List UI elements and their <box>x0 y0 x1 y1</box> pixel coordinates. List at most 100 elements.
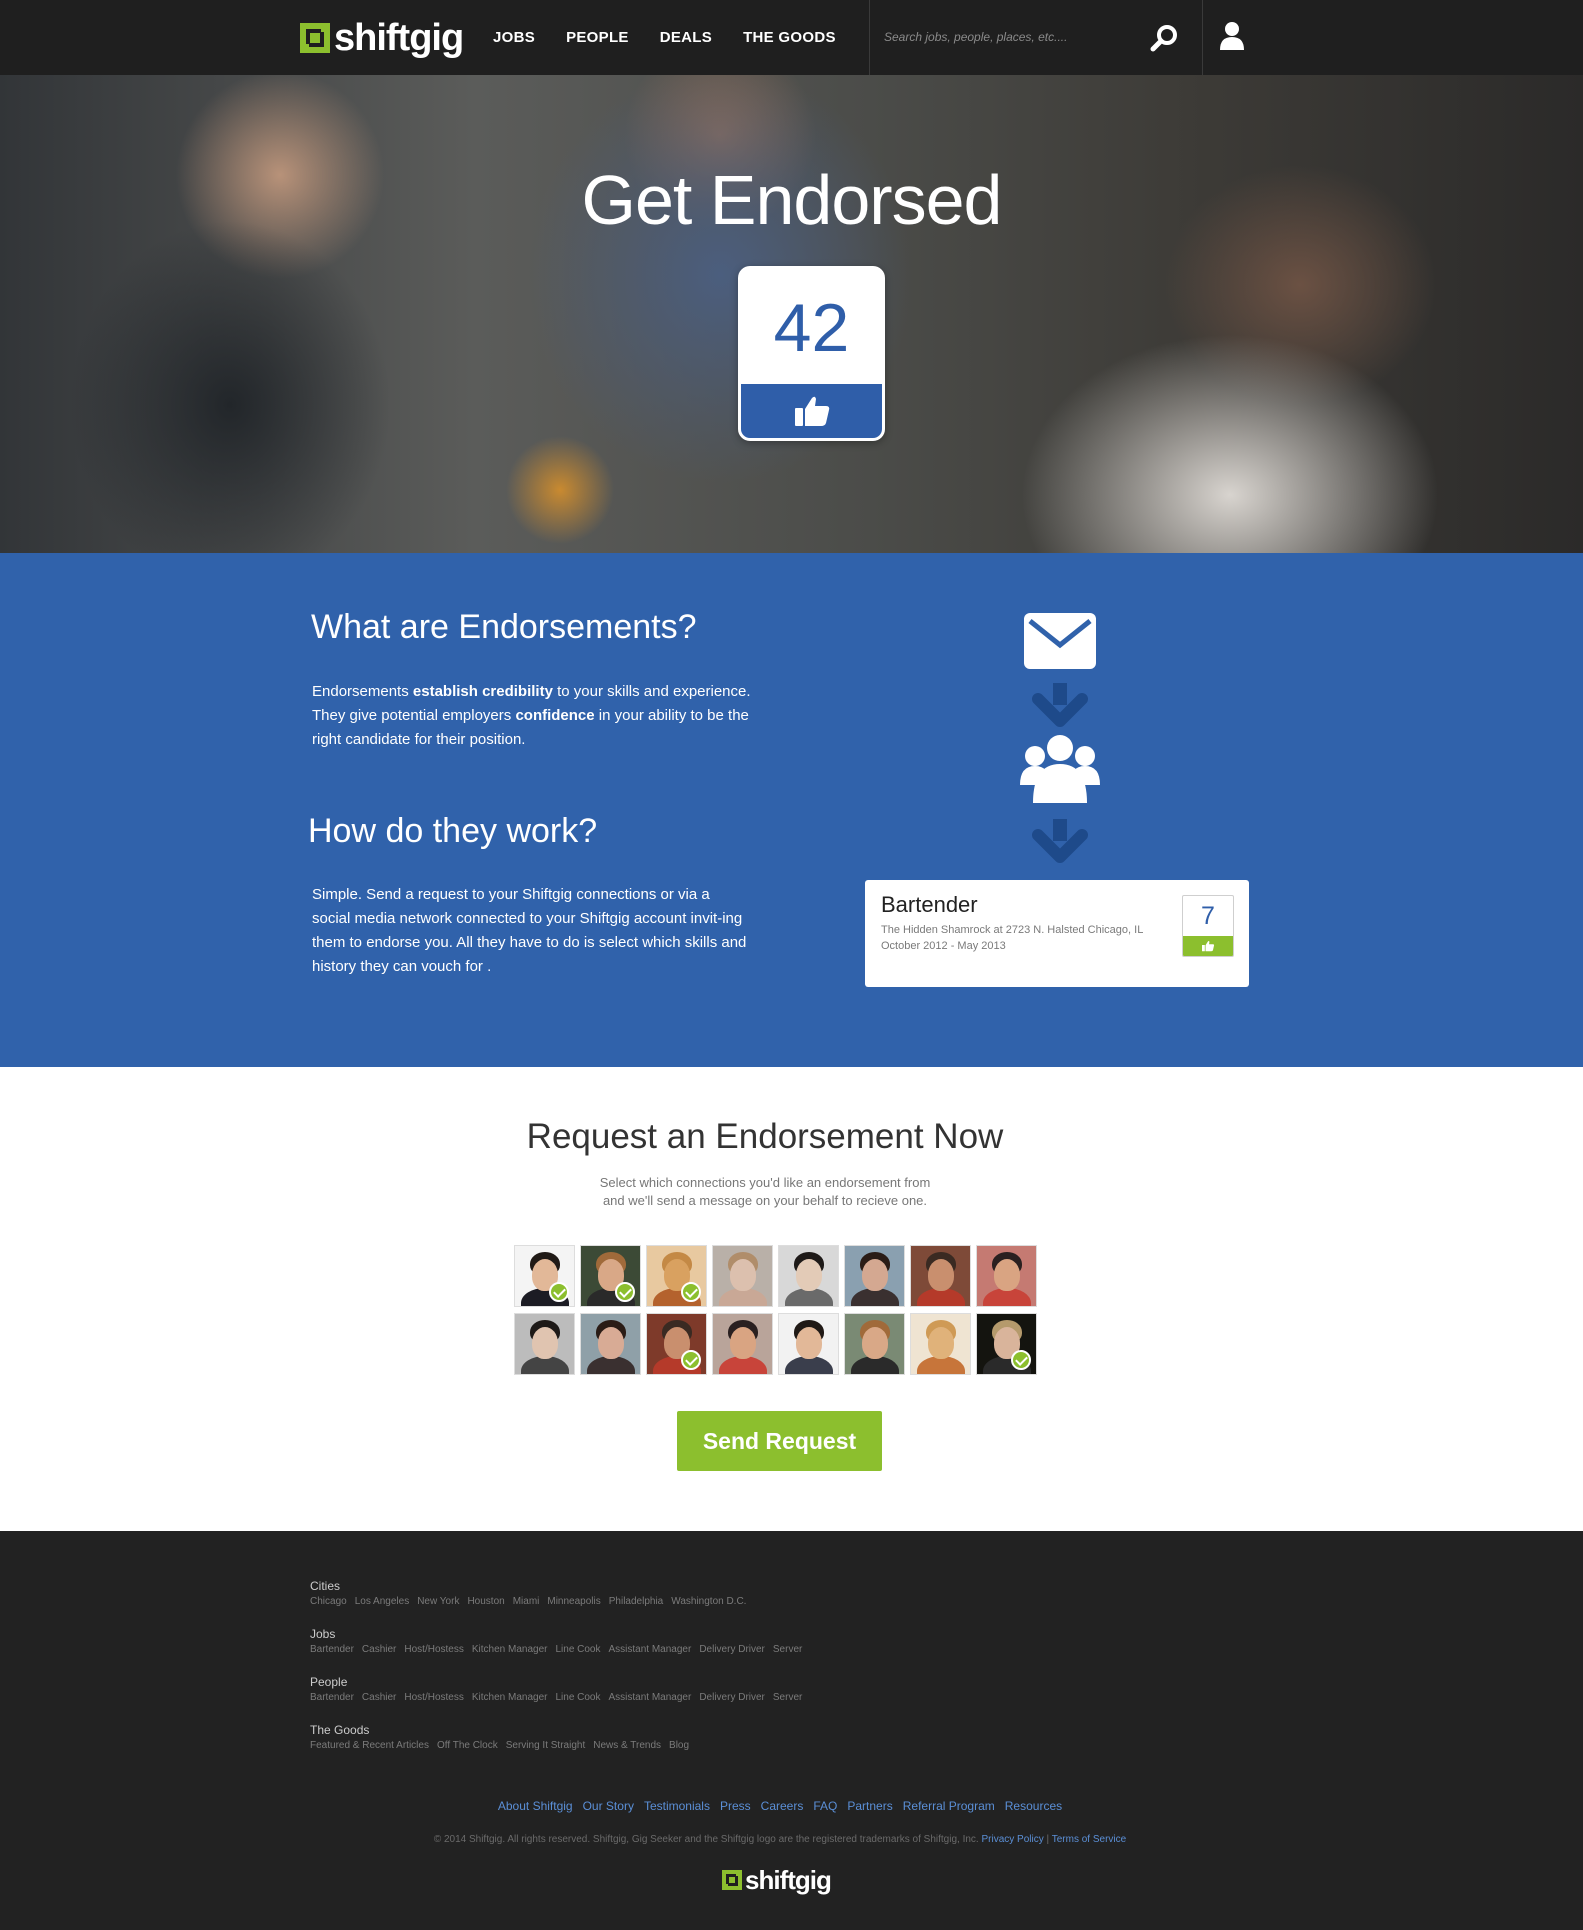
avatar-face <box>795 1327 822 1359</box>
connection-avatar[interactable] <box>910 1313 971 1375</box>
footer-link[interactable]: Line Cook <box>555 1692 600 1703</box>
what-are-endorsements-heading: What are Endorsements? <box>311 608 697 646</box>
job-endorsement-badge: 7 <box>1182 895 1234 957</box>
footer-link[interactable]: Delivery Driver <box>699 1692 765 1703</box>
badge-footer <box>741 384 882 438</box>
footer-link-resources[interactable]: Resources <box>1005 1799 1062 1813</box>
connection-avatar[interactable] <box>844 1313 905 1375</box>
connection-avatar[interactable] <box>844 1245 905 1307</box>
job-history-card: Bartender The Hidden Shamrock at 2723 N.… <box>865 880 1249 987</box>
connection-avatar[interactable] <box>778 1313 839 1375</box>
site-footer: Cities Chicago Los Angeles New York Hous… <box>0 1531 1583 1930</box>
footer-link[interactable]: Server <box>773 1644 802 1655</box>
footer-link[interactable]: Kitchen Manager <box>472 1644 548 1655</box>
footer-bottom-links: About Shiftgig Our Story Testimonials Pr… <box>0 1799 1560 1813</box>
footer-link[interactable]: Philadelphia <box>609 1596 664 1607</box>
footer-link[interactable]: Los Angeles <box>355 1596 410 1607</box>
job-dates: October 2012 - May 2013 <box>881 940 1006 952</box>
footer-group-jobs: Jobs Bartender Cashier Host/Hostess Kitc… <box>310 1627 802 1655</box>
avatar-face <box>927 1327 954 1359</box>
terms-of-service-link[interactable]: Terms of Service <box>1052 1834 1126 1845</box>
footer-link-careers[interactable]: Careers <box>761 1799 804 1813</box>
nav-the-goods[interactable]: THE GOODS <box>743 29 836 46</box>
connection-avatar[interactable] <box>646 1313 707 1375</box>
avatar-face <box>729 1259 756 1291</box>
connection-avatar[interactable] <box>976 1313 1037 1375</box>
footer-link[interactable]: Minneapolis <box>547 1596 600 1607</box>
job-endorsement-count: 7 <box>1201 902 1215 930</box>
shiftgig-logo[interactable]: shiftgig <box>300 18 464 58</box>
footer-link[interactable]: Server <box>773 1692 802 1703</box>
footer-link[interactable]: Washington D.C. <box>671 1596 746 1607</box>
hero-banner: Get Endorsed 42 <box>0 75 1583 553</box>
connection-avatar[interactable] <box>514 1313 575 1375</box>
privacy-policy-link[interactable]: Privacy Policy <box>981 1834 1043 1845</box>
footer-link[interactable]: Houston <box>467 1596 504 1607</box>
user-icon[interactable] <box>1218 20 1246 54</box>
search-input[interactable] <box>884 22 1134 52</box>
selected-check-icon <box>615 1282 635 1302</box>
selected-check-icon <box>681 1350 701 1370</box>
nav-deals[interactable]: DEALS <box>660 29 712 46</box>
connection-avatar[interactable] <box>712 1245 773 1307</box>
footer-link[interactable]: News & Trends <box>593 1740 661 1751</box>
connection-avatar[interactable] <box>976 1245 1037 1307</box>
footer-group-cities: Cities Chicago Los Angeles New York Hous… <box>310 1579 746 1607</box>
avatar-face <box>729 1327 756 1359</box>
footer-link-partners[interactable]: Partners <box>847 1799 892 1813</box>
footer-group-people: People Bartender Cashier Host/Hostess Ki… <box>310 1675 802 1703</box>
nav-people[interactable]: PEOPLE <box>566 29 629 46</box>
emphasis-credibility: establish credibility <box>412 683 553 700</box>
nav-divider <box>869 0 870 75</box>
footer-logo-wordmark: shiftgig <box>745 1865 832 1895</box>
search-icon[interactable] <box>1148 22 1182 56</box>
footer-heading: The Goods <box>310 1723 370 1737</box>
footer-link-press[interactable]: Press <box>720 1799 751 1813</box>
footer-link[interactable]: Host/Hostess <box>404 1644 463 1655</box>
footer-logo[interactable]: shiftgig <box>722 1865 832 1895</box>
avatar-face <box>795 1259 822 1291</box>
footer-link[interactable]: Line Cook <box>555 1644 600 1655</box>
footer-link[interactable]: Cashier <box>362 1692 396 1703</box>
connection-avatar[interactable] <box>580 1245 641 1307</box>
footer-link[interactable]: Host/Hostess <box>404 1692 463 1703</box>
footer-link[interactable]: Kitchen Manager <box>472 1692 548 1703</box>
footer-link-our-story[interactable]: Our Story <box>583 1799 634 1813</box>
connection-avatar[interactable] <box>778 1245 839 1307</box>
footer-link[interactable]: New York <box>417 1596 459 1607</box>
footer-link-faq[interactable]: FAQ <box>813 1799 837 1813</box>
request-subtitle: Select which connections you'd like an e… <box>0 1174 1530 1210</box>
footer-link[interactable]: Bartender <box>310 1692 354 1703</box>
hero-title: Get Endorsed <box>581 161 1003 239</box>
nav-jobs[interactable]: JOBS <box>493 29 535 46</box>
logo-mark-icon <box>722 1870 742 1890</box>
footer-link-testimonials[interactable]: Testimonials <box>644 1799 710 1813</box>
footer-link[interactable]: Assistant Manager <box>609 1644 692 1655</box>
footer-links: Bartender Cashier Host/Hostess Kitchen M… <box>310 1644 802 1655</box>
connection-avatar[interactable] <box>646 1245 707 1307</box>
connections-grid <box>514 1245 1038 1375</box>
footer-group-the-goods: The Goods Featured & Recent Articles Off… <box>310 1723 689 1751</box>
footer-link[interactable]: Delivery Driver <box>699 1644 765 1655</box>
connection-avatar[interactable] <box>514 1245 575 1307</box>
footer-link[interactable]: Off The Clock <box>437 1740 498 1751</box>
footer-link[interactable]: Assistant Manager <box>609 1692 692 1703</box>
send-request-button[interactable]: Send Request <box>677 1411 882 1471</box>
footer-link[interactable]: Bartender <box>310 1644 354 1655</box>
footer-link[interactable]: Featured & Recent Articles <box>310 1740 429 1751</box>
avatar-face <box>927 1259 954 1291</box>
footer-link[interactable]: Serving It Straight <box>506 1740 585 1751</box>
footer-link-referral[interactable]: Referral Program <box>903 1799 995 1813</box>
selected-check-icon <box>549 1282 569 1302</box>
connection-avatar[interactable] <box>910 1245 971 1307</box>
footer-link[interactable]: Miami <box>513 1596 540 1607</box>
footer-link-about[interactable]: About Shiftgig <box>498 1799 573 1813</box>
footer-link[interactable]: Blog <box>669 1740 689 1751</box>
footer-link[interactable]: Cashier <box>362 1644 396 1655</box>
connection-avatar[interactable] <box>580 1313 641 1375</box>
copyright-notice: © 2014 Shiftgig. All rights reserved. Sh… <box>0 1834 1560 1845</box>
how-do-they-work-heading: How do they work? <box>308 812 598 850</box>
request-subtitle-line: Select which connections you'd like an e… <box>599 1175 931 1190</box>
connection-avatar[interactable] <box>712 1313 773 1375</box>
footer-link[interactable]: Chicago <box>310 1596 347 1607</box>
